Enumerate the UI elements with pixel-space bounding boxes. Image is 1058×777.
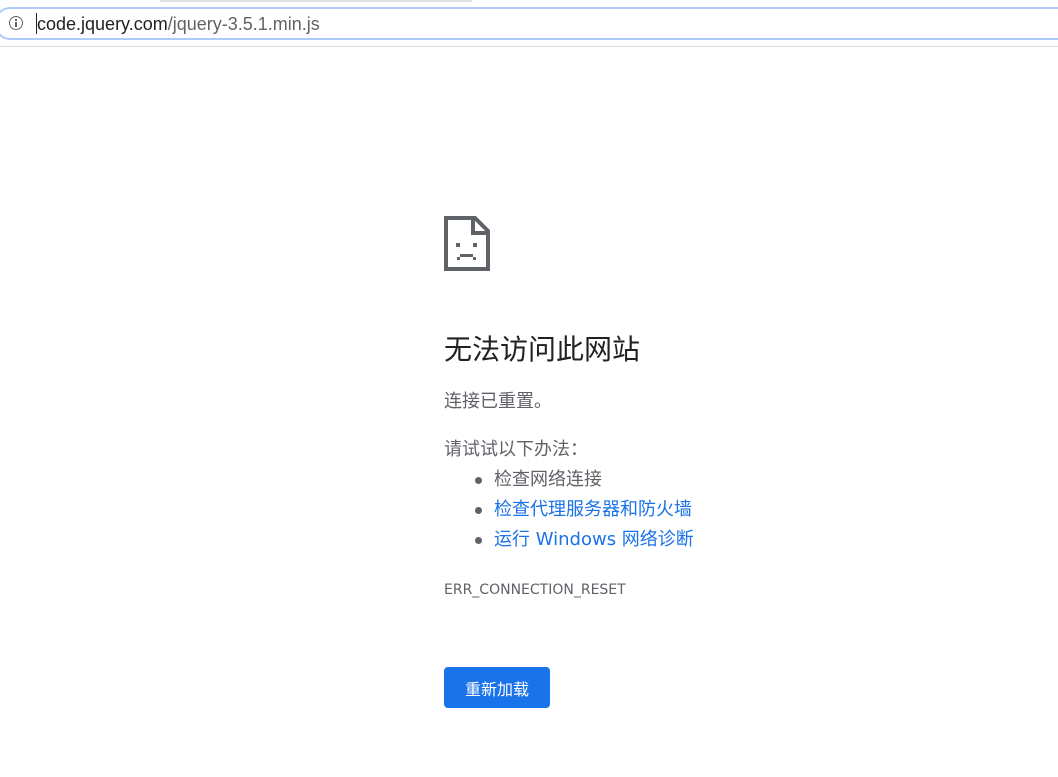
url-host: code.jquery.com — [37, 14, 168, 34]
suggestion-check-proxy-firewall-link[interactable]: 检查代理服务器和防火墙 — [444, 497, 694, 527]
suggestion-check-network: 检查网络连接 — [444, 467, 694, 497]
suggestion-label[interactable]: 运行 Windows 网络诊断 — [494, 529, 694, 550]
suggestions-list: 检查网络连接 检查代理服务器和防火墙 运行 Windows 网络诊断 — [444, 467, 694, 557]
bullet-icon — [475, 507, 482, 514]
suggestion-run-diagnostics-link[interactable]: 运行 Windows 网络诊断 — [444, 527, 694, 557]
error-code: ERR_CONNECTION_RESET — [444, 582, 626, 598]
suggestions-heading: 请试试以下办法： — [444, 439, 588, 460]
tab-strip-edge — [160, 0, 472, 2]
toolbar-divider — [0, 46, 1058, 47]
bullet-icon — [475, 537, 482, 544]
bullet-icon — [475, 477, 482, 484]
error-summary: 连接已重置。 — [444, 391, 552, 412]
suggestion-label[interactable]: 检查代理服务器和防火墙 — [494, 499, 692, 520]
info-icon[interactable] — [9, 16, 23, 30]
reload-button[interactable]: 重新加载 — [444, 667, 550, 708]
url-path: /jquery-3.5.1.min.js — [167, 14, 320, 34]
suggestion-label: 检查网络连接 — [494, 469, 602, 490]
sad-page-icon — [444, 216, 490, 271]
url-input[interactable]: code.jquery.com/jquery-3.5.1.min.js — [37, 11, 320, 37]
error-title: 无法访问此网站 — [444, 333, 641, 366]
browser-toolbar: code.jquery.com/jquery-3.5.1.min.js — [0, 0, 1058, 48]
